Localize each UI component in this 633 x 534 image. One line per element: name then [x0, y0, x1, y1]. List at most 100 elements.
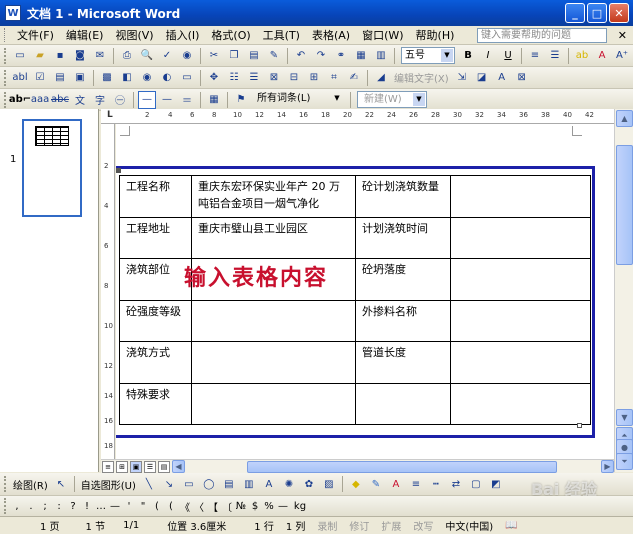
line-color-icon[interactable]: ✎: [367, 475, 385, 493]
table-cell[interactable]: [450, 258, 591, 301]
table-cell[interactable]: [450, 382, 591, 425]
bold-button[interactable]: B: [459, 47, 477, 65]
highlight-icon[interactable]: ab: [573, 47, 591, 65]
vertical-scrollbar[interactable]: ▲ ▼ ⏶ ● ⏷: [614, 109, 633, 472]
font-color-icon[interactable]: A: [593, 47, 611, 65]
symbol-button[interactable]: 《: [178, 499, 192, 514]
spelling-status-icon[interactable]: 📖: [505, 520, 517, 531]
diagram-icon[interactable]: ✺: [280, 475, 298, 493]
tables-borders-icon[interactable]: ▦: [352, 47, 370, 65]
spelling-icon[interactable]: ✓: [158, 47, 176, 65]
maximize-button[interactable]: □: [587, 3, 607, 23]
table-cell[interactable]: 浇筑方式: [119, 341, 192, 384]
copy-icon[interactable]: ❐: [225, 47, 243, 65]
symbol-button[interactable]: !: [80, 501, 94, 512]
clipart-icon[interactable]: ✿: [300, 475, 318, 493]
document-area[interactable]: 工程名称 重庆东宏环保实业年产 20 万吨铝合金项目一烟气净化 砼计划浇筑数量 …: [116, 124, 614, 459]
symbol-button[interactable]: 【: [206, 499, 220, 514]
3d-style-icon[interactable]: ◩: [487, 475, 505, 493]
border-single-icon[interactable]: —: [158, 91, 176, 109]
symbol-button[interactable]: ': [122, 501, 136, 512]
scale-icon[interactable]: ⊠: [265, 69, 283, 87]
circled-char-icon[interactable]: ㊀: [111, 91, 129, 109]
table-move-handle[interactable]: [116, 168, 121, 173]
print-view-icon[interactable]: ▣: [130, 460, 142, 473]
symbol-button[interactable]: —: [108, 501, 122, 512]
table-cell[interactable]: 砼强度等级: [119, 299, 192, 342]
dropdown-form-field-icon[interactable]: ▤: [51, 69, 69, 87]
frame-icon[interactable]: ◧: [118, 69, 136, 87]
wordart-icon[interactable]: A: [493, 69, 511, 87]
spin-icon[interactable]: ⊟: [285, 69, 303, 87]
tab-stop-icon[interactable]: L: [107, 110, 113, 120]
menu-help[interactable]: 帮助(H): [410, 27, 461, 43]
permission-icon[interactable]: ◙: [71, 47, 89, 65]
toggle-button-icon[interactable]: ◐: [158, 69, 176, 87]
close-toolbar-icon[interactable]: ⊠: [513, 69, 531, 87]
toolbar-grip[interactable]: [4, 91, 7, 108]
paste-icon[interactable]: ▤: [245, 47, 263, 65]
page-thumbnail[interactable]: [22, 119, 82, 217]
redo-icon[interactable]: ↷: [312, 47, 330, 65]
enclose-icon[interactable]: 字: [91, 91, 109, 109]
toolbar-grip[interactable]: [4, 47, 7, 64]
table-resize-handle[interactable]: [577, 423, 582, 428]
table-cell[interactable]: 特殊要求: [119, 382, 192, 425]
align-left-icon[interactable]: ≡: [526, 47, 544, 65]
symbol-button[interactable]: —: [276, 501, 290, 512]
arrow-style-icon[interactable]: ⇄: [447, 475, 465, 493]
insert-field-icon[interactable]: ◢: [372, 69, 390, 87]
insert-table-icon[interactable]: ▥: [372, 47, 390, 65]
table-cell[interactable]: [191, 382, 356, 425]
table-cell[interactable]: [450, 299, 591, 342]
word-app-icon[interactable]: W: [5, 5, 21, 21]
menu-edit[interactable]: 编辑(E): [60, 27, 110, 43]
text-style-icon[interactable]: ab⌐: [9, 91, 31, 109]
autoshapes-menu[interactable]: 自选图形(U): [81, 477, 136, 492]
symbol-button[interactable]: %: [262, 501, 276, 512]
symbol-button[interactable]: ;: [38, 501, 52, 512]
symbol-button[interactable]: :: [52, 501, 66, 512]
hyperlink-icon[interactable]: ⚭: [332, 47, 350, 65]
symbol-button[interactable]: (: [164, 501, 178, 512]
border-double-icon[interactable]: ＝: [178, 91, 196, 109]
horizontal-ruler[interactable]: L 2 4 6 8 10 12 14 16 18 20 22 24 26 28 …: [101, 109, 614, 124]
symbol-button[interactable]: (: [150, 501, 164, 512]
menu-table[interactable]: 表格(A): [306, 27, 356, 43]
symbol-button[interactable]: .: [24, 501, 38, 512]
table-cell[interactable]: 砼计划浇筑数量: [355, 175, 451, 218]
toolbar-grip[interactable]: [4, 476, 7, 492]
toolbar-grip[interactable]: [4, 69, 7, 86]
symbol-button[interactable]: ?: [66, 501, 80, 512]
print-preview-icon[interactable]: 🔍: [138, 47, 156, 65]
normal-view-icon[interactable]: ≡: [102, 460, 114, 473]
properties-icon[interactable]: ⊞: [305, 69, 323, 87]
new-entry-select[interactable]: 新建(W) ▼: [357, 91, 427, 108]
scroll-thumb[interactable]: [616, 145, 633, 265]
table-cell[interactable]: 管道长度: [355, 341, 451, 384]
show-all-icon[interactable]: aaa: [31, 91, 49, 109]
scroll-right-icon[interactable]: ▶: [601, 460, 614, 473]
scroll-left-icon[interactable]: ◀: [172, 460, 185, 473]
line-icon[interactable]: ╲: [140, 475, 158, 493]
checkbox-form-field-icon[interactable]: ☑: [31, 69, 49, 87]
entries-select[interactable]: 所有词条(L) ▼: [254, 91, 344, 108]
chevron-down-icon[interactable]: ▼: [331, 92, 343, 105]
select-objects-icon[interactable]: ↖: [52, 475, 70, 493]
table-cell[interactable]: 重庆市璧山县工业园区: [191, 216, 356, 259]
rectangle-icon[interactable]: ▭: [180, 475, 198, 493]
outline-view-icon[interactable]: ☰: [144, 460, 156, 473]
data-table[interactable]: 工程名称 重庆东宏环保实业年产 20 万吨铝合金项目一烟气净化 砼计划浇筑数量 …: [119, 175, 591, 425]
underline-button[interactable]: U: [499, 47, 517, 65]
web-view-icon[interactable]: ⊞: [116, 460, 128, 473]
menu-format[interactable]: 格式(O): [205, 27, 256, 43]
status-extend[interactable]: 扩展: [381, 518, 401, 533]
table-cell[interactable]: [355, 382, 451, 425]
status-track-changes[interactable]: 修订: [349, 518, 369, 533]
font-size-select[interactable]: 五号 ▼: [401, 47, 455, 64]
undo-icon[interactable]: ↶: [292, 47, 310, 65]
hscroll-thumb[interactable]: [247, 460, 557, 473]
print-icon[interactable]: ⎙: [118, 47, 136, 65]
menu-grip[interactable]: [4, 28, 7, 42]
table-cell[interactable]: [191, 341, 356, 384]
